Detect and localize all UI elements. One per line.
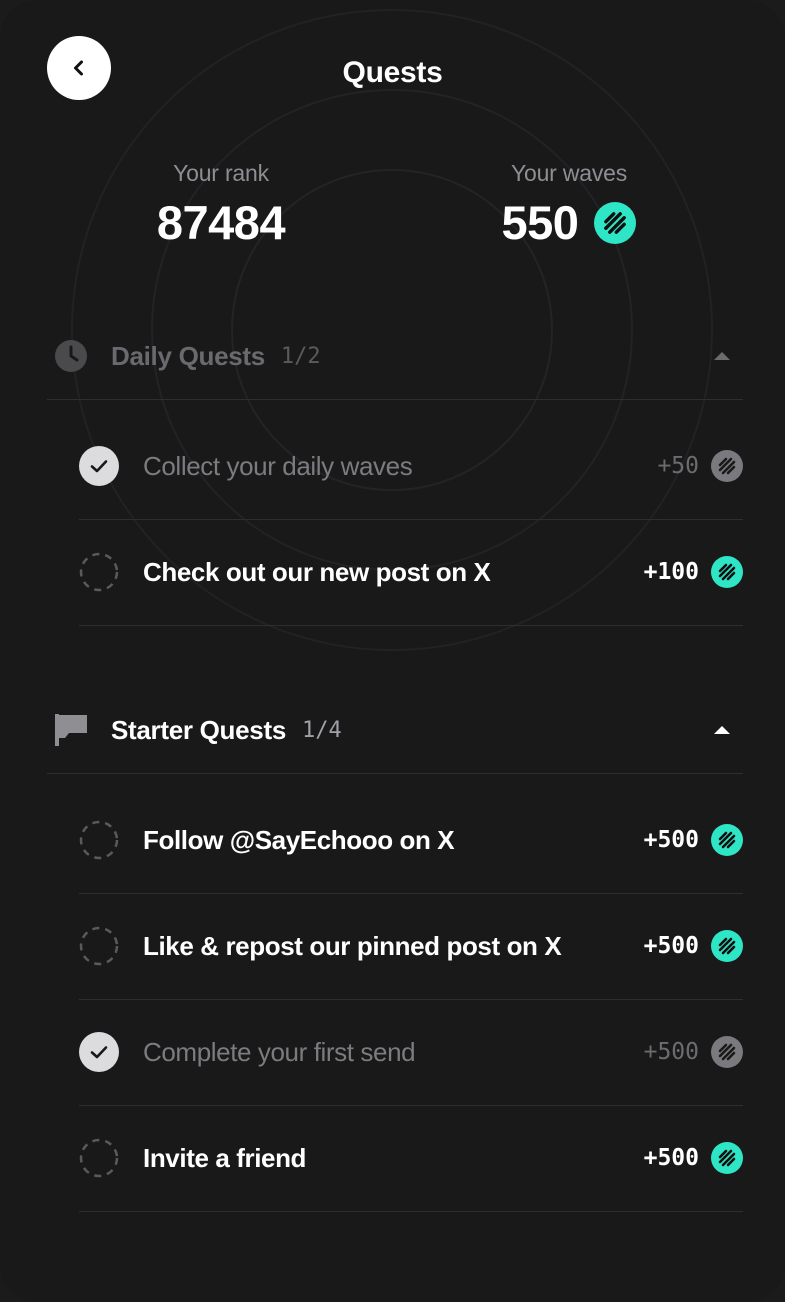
- starter-collapse-toggle[interactable]: [711, 719, 733, 741]
- quest-pending-circle: [79, 926, 119, 966]
- quest-points: +100: [643, 559, 699, 585]
- quest-row-first-send[interactable]: Complete your first send +500: [79, 999, 743, 1106]
- flag-icon: [53, 712, 89, 748]
- waves-icon: [711, 824, 743, 856]
- starter-quests-count: 1/4: [301, 717, 342, 743]
- check-circle-icon: [79, 446, 119, 486]
- daily-quests-header[interactable]: Daily Quests 1/2: [47, 313, 743, 400]
- daily-collapse-toggle[interactable]: [711, 345, 733, 367]
- quest-reward: +100: [644, 556, 743, 588]
- quest-reward: +500: [644, 1142, 743, 1174]
- quest-reward: +500: [644, 930, 743, 962]
- quest-row-follow-sayechooo[interactable]: Follow @SayEchooo on X +500: [79, 787, 743, 894]
- quest-row-check-out-post[interactable]: Check out our new post on X +100: [79, 519, 743, 626]
- page-title: Quests: [342, 56, 443, 89]
- caret-up-icon: [714, 726, 730, 734]
- quest-reward: +50: [657, 450, 743, 482]
- quest-label: Check out our new post on X: [143, 556, 491, 587]
- starter-quests-header[interactable]: Starter Quests 1/4: [47, 687, 743, 774]
- quest-pending-circle: [79, 820, 119, 860]
- quest-points: +500: [643, 933, 699, 959]
- rank-value-row: 87484: [71, 195, 371, 251]
- rank-value: 87484: [156, 196, 286, 249]
- quest-pending-circle: [79, 1138, 119, 1178]
- daily-quests-count: 1/2: [280, 343, 321, 369]
- dashed-circle-icon: [79, 1138, 119, 1178]
- waves-stat: Your waves 550: [419, 160, 719, 251]
- quest-points: +500: [643, 1145, 699, 1171]
- waves-icon: [711, 450, 743, 482]
- quest-row-invite-friend[interactable]: Invite a friend +500: [79, 1105, 743, 1212]
- waves-label: Your waves: [510, 160, 628, 186]
- quest-points: +500: [643, 827, 699, 853]
- quest-label: Collect your daily waves: [143, 450, 413, 481]
- quest-row-like-repost[interactable]: Like & repost our pinned post on X +500: [79, 893, 743, 1000]
- quest-row-collect-daily-waves[interactable]: Collect your daily waves +50: [79, 413, 743, 520]
- rank-label: Your rank: [173, 160, 269, 186]
- daily-quests-title: Daily Quests: [111, 340, 265, 371]
- starter-quests-title: Starter Quests: [111, 714, 286, 745]
- quest-label: Follow @SayEchooo on X: [143, 824, 455, 855]
- waves-icon: [711, 1036, 743, 1068]
- dashed-circle-icon: [79, 820, 119, 860]
- dashed-circle-icon: [79, 552, 119, 592]
- dashed-circle-icon: [79, 926, 119, 966]
- waves-icon: [711, 930, 743, 962]
- caret-up-icon: [714, 352, 730, 360]
- quest-pending-circle: [79, 552, 119, 592]
- waves-icon: [594, 202, 637, 244]
- quest-completed-check: [79, 446, 119, 486]
- quest-label: Invite a friend: [143, 1142, 307, 1173]
- quest-reward: +500: [644, 824, 743, 856]
- quests-screen: Quests Your rank 87484 Your waves 550 Da…: [0, 0, 785, 1302]
- rank-stat: Your rank 87484: [71, 160, 371, 251]
- quest-label: Like & repost our pinned post on X: [143, 930, 562, 961]
- waves-value: 550: [501, 196, 579, 249]
- quest-completed-check: [79, 1032, 119, 1072]
- quest-label: Complete your first send: [143, 1036, 416, 1067]
- quest-points: +50: [657, 453, 699, 479]
- waves-icon: [711, 1142, 743, 1174]
- clock-icon: [53, 338, 89, 374]
- waves-value-row: 550: [419, 195, 719, 251]
- quest-reward: +500: [644, 1036, 743, 1068]
- waves-icon: [711, 556, 743, 588]
- quest-points: +500: [643, 1039, 699, 1065]
- check-circle-icon: [79, 1032, 119, 1072]
